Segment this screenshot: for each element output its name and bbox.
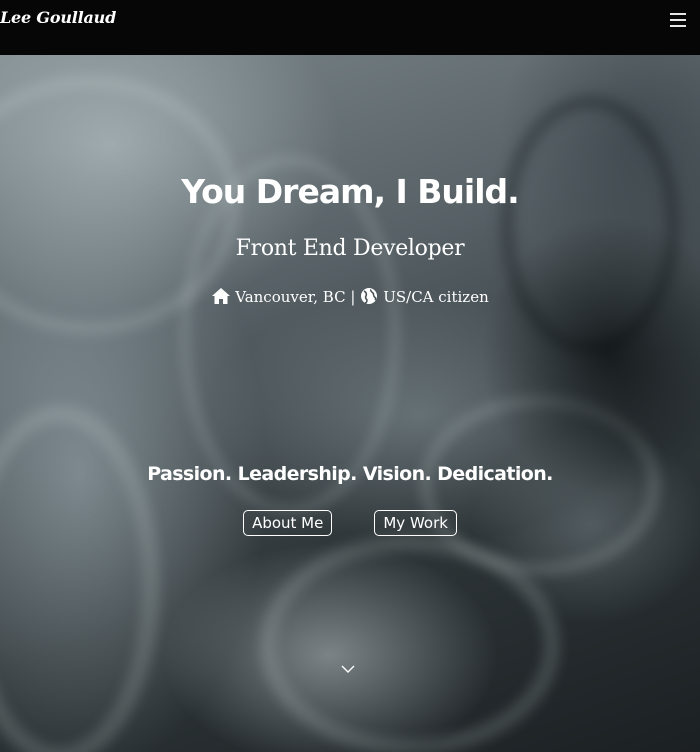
chevron-down-icon[interactable] bbox=[341, 663, 355, 675]
cta-buttons: About Me My Work bbox=[0, 510, 700, 536]
menu-bar bbox=[670, 19, 686, 21]
location-city: Vancouver, BC bbox=[235, 288, 346, 306]
location-separator: | bbox=[350, 288, 356, 306]
hero-section: You Dream, I Build. Front End Developer … bbox=[0, 55, 700, 752]
menu-bar bbox=[670, 13, 686, 15]
home-icon bbox=[212, 288, 231, 304]
my-work-button[interactable]: My Work bbox=[374, 510, 457, 536]
location-citizenship: US/CA citizen bbox=[383, 288, 489, 306]
globe-icon bbox=[361, 288, 378, 304]
hero-tagline: Passion. Leadership. Vision. Dedication. bbox=[147, 463, 553, 485]
page: Lee Goullaud You Dream, I Build. Front E… bbox=[0, 0, 700, 752]
location-line: Vancouver, BC | US/CA citizen bbox=[0, 287, 700, 306]
navbar: Lee Goullaud bbox=[0, 0, 700, 55]
menu-bar bbox=[670, 25, 686, 27]
about-me-button[interactable]: About Me bbox=[243, 510, 333, 536]
brand-logo[interactable]: Lee Goullaud bbox=[0, 8, 116, 27]
smoke-background bbox=[260, 535, 560, 752]
hamburger-menu-icon[interactable] bbox=[670, 13, 686, 27]
smoke-background bbox=[0, 405, 160, 752]
hero-headline: You Dream, I Build. bbox=[181, 172, 519, 211]
hero-subtitle: Front End Developer bbox=[235, 236, 465, 261]
